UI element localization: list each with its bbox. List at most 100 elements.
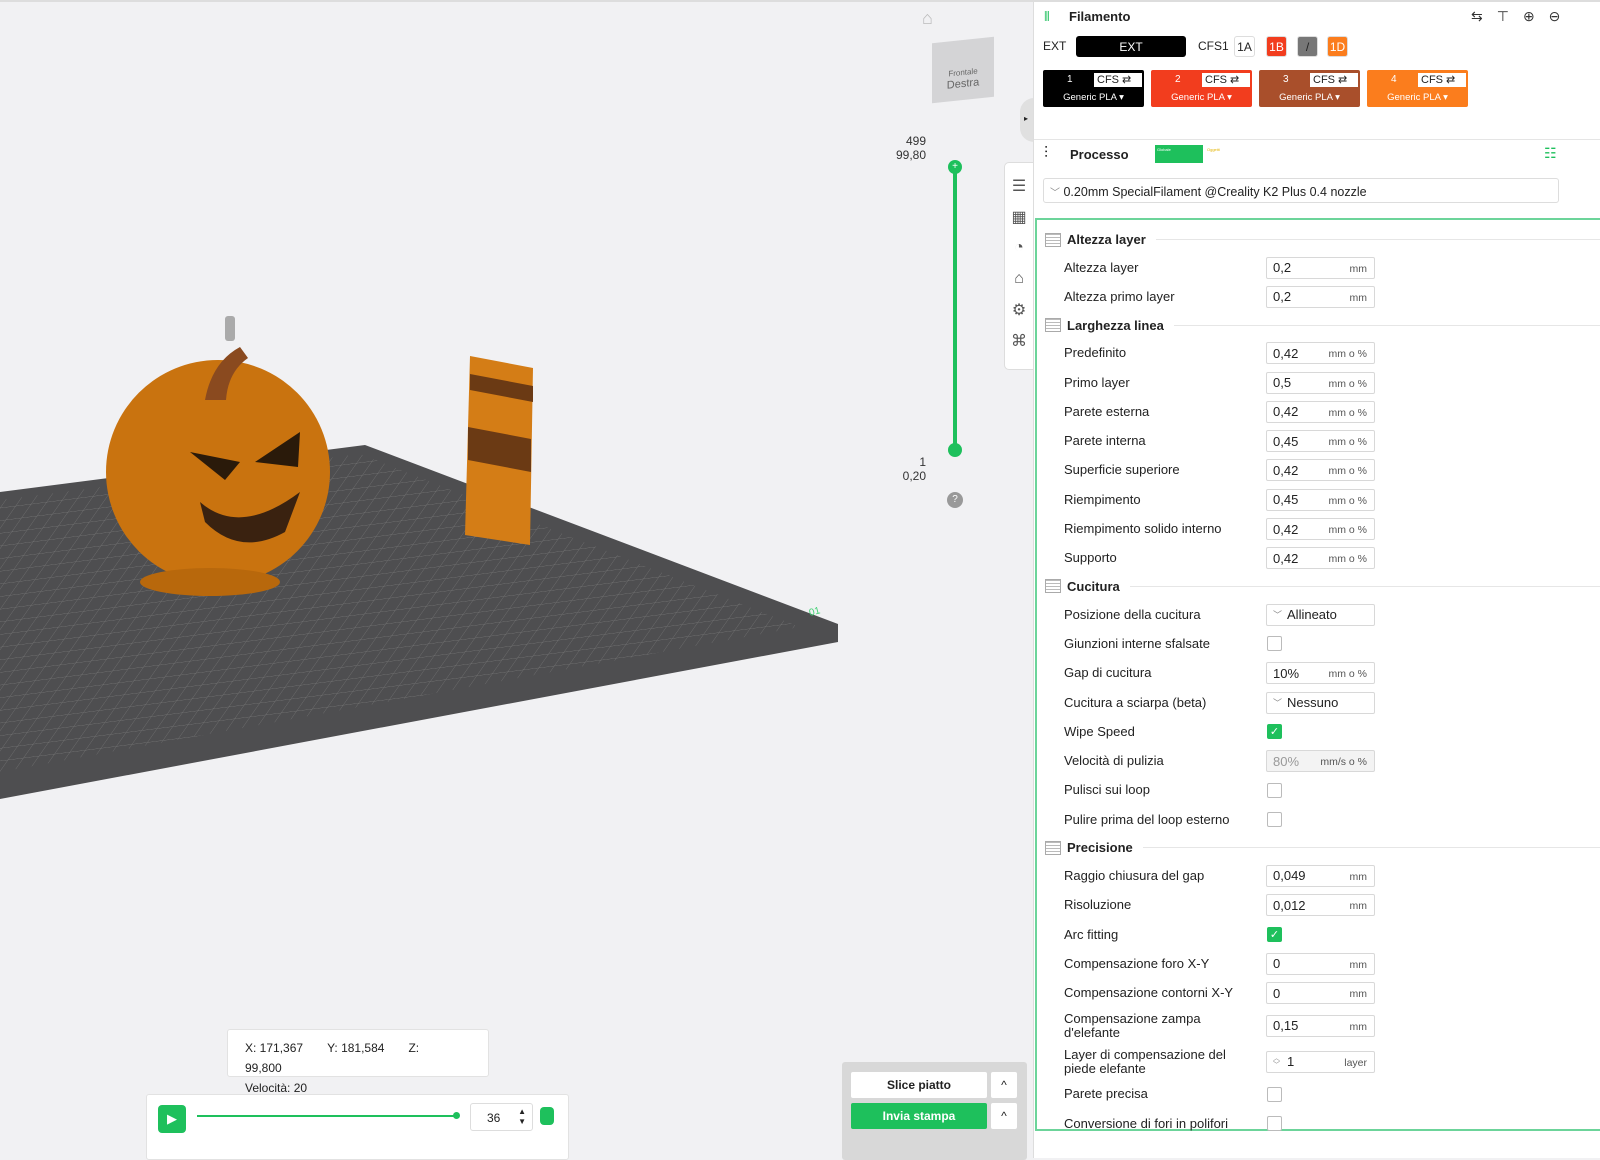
setting-checkbox[interactable]	[1267, 812, 1282, 828]
slot-cfs-button[interactable]: CFS ⇄	[1094, 73, 1142, 87]
slot-cfs-button[interactable]: CFS ⇄	[1418, 73, 1466, 87]
filament-slot[interactable]: 4 CFS ⇄ Generic PLA ▾	[1367, 70, 1468, 107]
help-button[interactable]: ?	[947, 492, 963, 508]
setting-checkbox[interactable]: ✓	[1267, 724, 1282, 740]
setting-input[interactable]: 0,049 mm	[1266, 864, 1375, 887]
cube-right-label: Destra	[946, 76, 980, 92]
slice-options-button[interactable]: ^	[991, 1072, 1017, 1098]
move-slider-handle[interactable]	[453, 1112, 460, 1119]
move-slider[interactable]	[197, 1115, 459, 1117]
tab-global[interactable]: Globale	[1155, 145, 1203, 163]
setting-input[interactable]: 0,15 mm	[1266, 1014, 1375, 1037]
send-print-button[interactable]: Invia stampa	[851, 1103, 987, 1129]
setting-select[interactable]: ﹀ Allineato	[1266, 603, 1375, 626]
layer-slider-track[interactable]	[953, 168, 957, 450]
slot-material-dropdown[interactable]: Generic PLA ▾	[1367, 92, 1468, 103]
section-icon	[1045, 318, 1061, 333]
setting-label: Raggio chiusura del gap	[1064, 867, 1205, 883]
setting-input[interactable]: 0,012 mm	[1266, 894, 1375, 917]
setting-label: Parete esterna	[1064, 403, 1150, 419]
support-icon[interactable]: ⌂	[1008, 268, 1030, 290]
setting-input[interactable]: 0,45 mm o %	[1266, 430, 1375, 453]
3d-viewport[interactable]: 01 ⌂ Frontale Destra ▸ 499 99,80 1 0,20 …	[0, 0, 1034, 1160]
setting-input[interactable]: 0 mm	[1266, 952, 1375, 975]
cfs-slot-chip[interactable]: 1D	[1327, 36, 1348, 57]
setting-input[interactable]: 0 mm	[1266, 982, 1375, 1005]
advanced-settings-icon[interactable]: ☷	[1544, 145, 1557, 162]
input-value: 1	[1287, 1054, 1295, 1070]
filament-slot[interactable]: 2 CFS ⇄ Generic PLA ▾	[1151, 70, 1252, 107]
setting-row: Primo layer 0,5 mm o %	[1037, 368, 1600, 397]
tab-objects[interactable]: Oggetti	[1207, 147, 1220, 152]
print-options-button[interactable]: ^	[991, 1103, 1017, 1129]
slot-material-dropdown[interactable]: Generic PLA ▾	[1043, 92, 1144, 103]
setting-row: Parete precisa	[1037, 1080, 1600, 1109]
setting-input[interactable]: 80% mm/s o %	[1266, 750, 1375, 773]
cfs-slot-chip[interactable]: 1B	[1266, 36, 1287, 57]
setting-input[interactable]: 0,2 mm	[1266, 285, 1375, 308]
spin-arrows-icon[interactable]: ︿ ﹀	[1273, 1055, 1280, 1069]
setting-checkbox[interactable]	[1267, 782, 1282, 798]
slot-cfs-button[interactable]: CFS ⇄	[1310, 73, 1358, 87]
setting-row: Velocità di pulizia 80% mm/s o %	[1037, 746, 1600, 775]
ext-button[interactable]: EXT	[1076, 36, 1186, 57]
setting-input[interactable]: 0,2 mm	[1266, 256, 1375, 279]
setting-input[interactable]: 0,42 mm o %	[1266, 342, 1375, 365]
input-unit: mm o %	[1328, 348, 1367, 361]
layers-icon[interactable]: ☰	[1008, 175, 1030, 197]
setting-checkbox[interactable]	[1267, 636, 1282, 652]
layer-slider-top-handle[interactable]: +	[948, 160, 962, 174]
flush-icon[interactable]: ⊤	[1497, 8, 1509, 25]
setting-label: Cucitura a sciarpa (beta)	[1064, 694, 1207, 710]
setting-row: Altezza layer 0,2 mm	[1037, 253, 1600, 282]
setting-checkbox[interactable]	[1267, 1116, 1282, 1132]
setting-checkbox[interactable]: ✓	[1267, 927, 1282, 943]
slot-cfs-button[interactable]: CFS ⇄	[1202, 73, 1250, 87]
setting-row: Giunzioni interne sfalsate	[1037, 629, 1600, 658]
setting-input[interactable]: 0,45 mm o %	[1266, 488, 1375, 511]
setting-row: Wipe Speed ✓	[1037, 717, 1600, 746]
process-preset-select[interactable]: ﹀ 0.20mm SpecialFilament @Creality K2 Pl…	[1043, 178, 1559, 203]
object-list-icon[interactable]: ▦	[1008, 206, 1030, 228]
cfs-slot-chip[interactable]: 1A	[1234, 36, 1255, 57]
collapse-panel-toggle[interactable]: ▸	[1020, 98, 1034, 142]
setting-input[interactable]: 0,42 mm o %	[1266, 547, 1375, 570]
layers-toggle-icon[interactable]	[540, 1107, 554, 1125]
add-filament-icon[interactable]: ⊕	[1523, 8, 1535, 25]
play-button[interactable]: ▶	[158, 1105, 186, 1133]
setting-checkbox[interactable]	[1267, 1086, 1282, 1102]
layer-slider-bottom-handle[interactable]	[948, 443, 962, 457]
move-stepper[interactable]: 36 ▲ ▼	[470, 1103, 533, 1131]
slice-plate-button[interactable]: Slice piatto	[851, 1072, 987, 1098]
setting-input[interactable]: 0,42 mm o %	[1266, 459, 1375, 482]
filament-slot[interactable]: 1 CFS ⇄ Generic PLA ▾	[1043, 70, 1144, 107]
setting-input[interactable]: 0,42 mm o %	[1266, 400, 1375, 423]
slot-material-dropdown[interactable]: Generic PLA ▾	[1151, 92, 1252, 103]
scene-render[interactable]: 01	[0, 2, 1033, 1160]
settings-gear-icon[interactable]: ⚙	[1008, 299, 1030, 321]
input-unit: mm o %	[1328, 494, 1367, 507]
section-title: Cucitura	[1067, 578, 1120, 594]
slot-number: 4	[1391, 74, 1397, 85]
remove-filament-icon[interactable]: ⊖	[1549, 8, 1561, 25]
setting-input[interactable]: 0,5 mm o %	[1266, 371, 1375, 394]
setting-input[interactable]: ︿ ﹀ 1 layer	[1266, 1050, 1375, 1073]
home-icon[interactable]: ⌂	[922, 8, 933, 29]
slot-material-dropdown[interactable]: Generic PLA ▾	[1259, 92, 1360, 103]
setting-input[interactable]: 10% mm o %	[1266, 662, 1375, 685]
cfs-slot-chip[interactable]: /	[1297, 36, 1318, 57]
setting-label: Parete interna	[1064, 433, 1146, 449]
setting-label: Compensazione zampa d'elefante	[1064, 1010, 1201, 1040]
setting-label: Primo layer	[1064, 374, 1130, 390]
section-header: Larghezza linea	[1037, 312, 1600, 339]
select-value: Allineato	[1287, 607, 1337, 623]
command-icon[interactable]: ⌘	[1008, 330, 1030, 352]
filament-slot[interactable]: 3 CFS ⇄ Generic PLA ▾	[1259, 70, 1360, 107]
setting-select[interactable]: ﹀ Nessuno	[1266, 691, 1375, 714]
view-cube[interactable]: Frontale Destra	[932, 36, 994, 104]
sync-icon[interactable]: ⇆	[1471, 8, 1483, 25]
stepper-arrows-icon[interactable]: ▲ ▼	[518, 1107, 526, 1127]
speed-icon[interactable]: ◔	[1008, 237, 1030, 259]
setting-input[interactable]: 0,42 mm o %	[1266, 518, 1375, 541]
setting-row: Riempimento solido interno 0,42 mm o %	[1037, 514, 1600, 543]
